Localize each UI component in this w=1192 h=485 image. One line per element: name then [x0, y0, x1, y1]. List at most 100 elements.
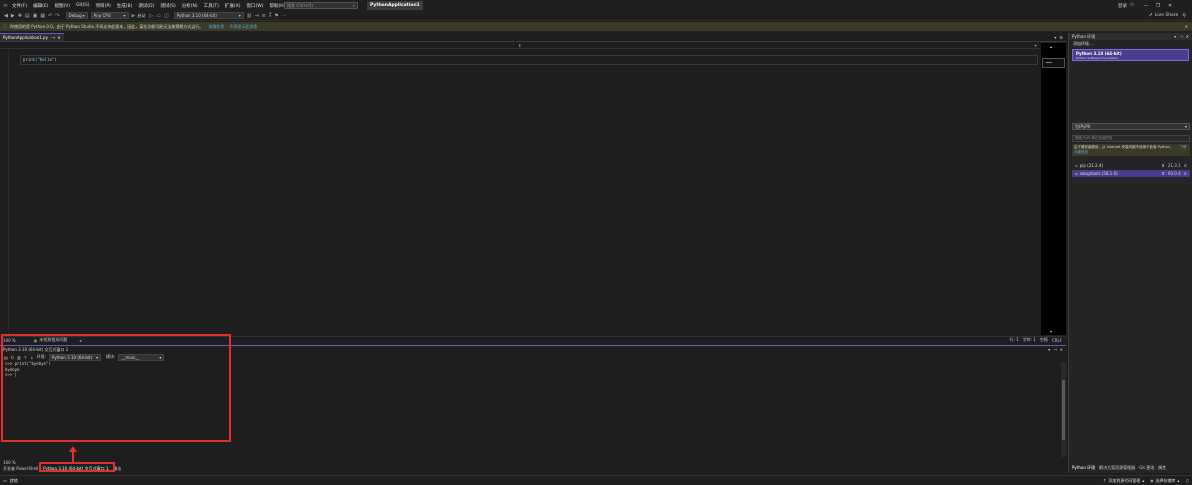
minimap-viewport[interactable] [1042, 58, 1065, 68]
menu-edit[interactable]: 编辑(E) [33, 3, 48, 9]
window-controls: 登录 ⚇ — ❐ ✕ [1118, 1, 1176, 10]
info-message: 你使用的是 Python 0.0。由于 Python Studio 不再支持此版… [10, 23, 204, 29]
environment-item[interactable]: Python 3.10 (64-bit) Python Software Fou… [1072, 49, 1189, 61]
nav-add-icon[interactable]: + [1034, 43, 1037, 48]
code-editor[interactable]: ⇕ + print("hello") [0, 43, 1040, 335]
new-item-icon[interactable]: ✚ [18, 13, 22, 19]
line-ending-indicator[interactable]: CRLF [1052, 338, 1062, 343]
close-icon[interactable]: ✕ [1185, 24, 1188, 29]
save-all-icon[interactable]: ▦ [40, 13, 45, 19]
undo-icon[interactable]: ↶ [48, 13, 52, 19]
uninstall-icon[interactable]: ✕ [1184, 163, 1187, 168]
char-indicator[interactable]: 字符: 1 [1023, 337, 1036, 343]
tab-pythonapplication1[interactable]: PythonApplication1.py ⊣ ✕ [0, 33, 64, 41]
pane-title: Python 环境 [1072, 33, 1096, 39]
live-share-icon: ⇗ [1148, 13, 1153, 18]
package-item[interactable]: ▫ setuptools (58.1.0) ⬆ 60.0.4 ✕ [1072, 170, 1190, 177]
upgrade-icon[interactable]: ⬆ [1162, 163, 1165, 168]
redo-icon[interactable]: ↷ [55, 13, 59, 19]
signin-link[interactable]: 登录 [1118, 3, 1127, 9]
spaces-indicator[interactable]: 空格 [1040, 337, 1048, 343]
maximize-button[interactable]: ❐ [1152, 3, 1164, 9]
menu-window[interactable]: 窗口(W) [247, 3, 264, 9]
menu-analyze[interactable]: 分析(N) [182, 3, 198, 9]
minimap-code-mark [1046, 62, 1052, 63]
uninstall-icon[interactable]: ✕ [1184, 171, 1187, 176]
tab-solution-explorer[interactable]: 解决方案资源管理器 [1099, 465, 1135, 471]
toolbar-more-icon[interactable]: ⋯ [282, 13, 287, 19]
add-environment-link[interactable]: 添加环境... [1069, 40, 1192, 47]
tab-overflow-icon[interactable]: ▾ [1054, 35, 1056, 40]
nav-split-icon[interactable]: ⇕ [518, 43, 521, 48]
panel-title-controls: ▾ ⊣ ✕ [1048, 346, 1063, 353]
select-repo-button[interactable]: ◈ 选择存储库 ▴ [1150, 478, 1179, 484]
start-button[interactable]: 启动 [137, 13, 145, 19]
tab-properties[interactable]: 属性 [1158, 465, 1166, 471]
line-gutter [0, 49, 9, 335]
menu-project[interactable]: 项目(P) [96, 3, 111, 9]
menu-test[interactable]: 测试(S) [160, 3, 175, 9]
step-icon[interactable]: ⇥ [254, 13, 258, 19]
menu-debug[interactable]: 调试(D) [138, 3, 154, 9]
info-icon: ⓘ [3, 23, 7, 29]
vs-logo-icon[interactable]: ∞ [3, 2, 8, 9]
save-icon[interactable]: ▣ [33, 13, 38, 19]
close-icon[interactable]: ✕ [1186, 34, 1189, 39]
menu-file[interactable]: 文件(F) [12, 3, 27, 9]
start-play-icon[interactable]: ▶ [132, 13, 136, 19]
interpreter-value: Python 3.10 (64-bit) [176, 13, 217, 18]
tab-label: PythonApplication1.py [3, 35, 48, 40]
package-search-input[interactable]: 搜索 PyPI 和已安装的包 [1072, 135, 1190, 142]
back-icon[interactable]: ◀ [4, 13, 8, 19]
bookmark-icon[interactable]: ⚑ [274, 13, 278, 19]
line-indicator[interactable]: 行: 1 [1010, 337, 1019, 343]
live-share-button[interactable]: ⇗ Live Share [1149, 13, 1178, 18]
tab-git-changes[interactable]: Git 更改 [1139, 465, 1154, 471]
menu-extensions[interactable]: 扩展(X) [225, 3, 241, 9]
add-source-control-button[interactable]: ↑ 添加到源代码管理 ▴ [1103, 478, 1144, 484]
tab-developer-powershell[interactable]: 开发者 PowerShell [3, 466, 38, 472]
forward-icon[interactable]: ▶ [11, 13, 15, 19]
panel-pin-icon[interactable]: ⊣ [1053, 346, 1056, 353]
folder-icon[interactable]: ▭ [156, 13, 161, 19]
upgrade-icon[interactable]: ⬆ [1162, 171, 1165, 176]
feedback-icon[interactable]: ⚲ [1182, 13, 1186, 19]
notifications-icon[interactable]: ♫ [1185, 478, 1189, 483]
menu-view[interactable]: 视图(V) [54, 3, 70, 9]
pane-dropdown-icon[interactable]: ▾ [1174, 34, 1176, 39]
screenshot-icon[interactable]: ◫ [164, 13, 169, 19]
menu-git[interactable]: Git(G) [76, 3, 90, 8]
minimap[interactable] [1041, 43, 1066, 335]
settings-icon[interactable]: ⚙ [1059, 35, 1063, 40]
close-icon[interactable]: ✕ [1060, 346, 1063, 353]
pane-pin-icon[interactable]: ⊣ [1179, 34, 1182, 39]
info-details-link[interactable]: 详细信息 [208, 24, 224, 30]
format-icon[interactable]: ≡ [262, 13, 266, 19]
code-line-1[interactable]: print("hello") [20, 55, 1038, 65]
env-window-icon[interactable]: ▥ [247, 13, 252, 19]
close-button[interactable]: ✕ [1164, 3, 1176, 9]
panel-scrollbar-thumb[interactable] [1062, 380, 1065, 440]
scroll-up-icon[interactable]: ▴ [1050, 44, 1052, 49]
close-icon[interactable]: ✕ [57, 34, 60, 41]
start-without-debug-icon[interactable]: ▷ [149, 13, 153, 19]
info-dismiss-link[interactable]: 不再显示此消息 [229, 24, 257, 30]
scroll-down-icon[interactable]: ▾ [1050, 329, 1052, 334]
minimize-button[interactable]: — [1140, 3, 1152, 9]
pin-icon[interactable]: ⊣ [51, 34, 54, 41]
package-view-dropdown[interactable]: 包(PyPI) ▾ [1072, 123, 1190, 130]
search-input[interactable]: 搜索 (Ctrl+Q) ⌕ [284, 2, 358, 9]
comment-icon[interactable]: ⁑ [269, 13, 272, 19]
tab-python-environments[interactable]: Python 环境 [1072, 465, 1095, 471]
search-placeholder: 搜索 (Ctrl+Q) [287, 3, 314, 8]
menu-tools[interactable]: 工具(T) [204, 3, 219, 9]
platform-dropdown[interactable]: Any CPU ▾ [90, 12, 129, 19]
account-icon[interactable]: ⚇ [1130, 3, 1134, 8]
interpreter-dropdown[interactable]: Python 3.10 (64-bit) ▾ [173, 12, 244, 19]
panel-dropdown-icon[interactable]: ▾ [1048, 346, 1050, 353]
open-icon[interactable]: ▤ [25, 13, 30, 19]
package-item[interactable]: ▫ pip (21.2.4) ⬆ 21.3.1 ✕ [1072, 162, 1190, 169]
menu-build[interactable]: 生成(B) [117, 3, 133, 9]
config-dropdown[interactable]: Debug ▾ [65, 12, 88, 19]
chevron-down-icon: ▾ [123, 13, 126, 18]
